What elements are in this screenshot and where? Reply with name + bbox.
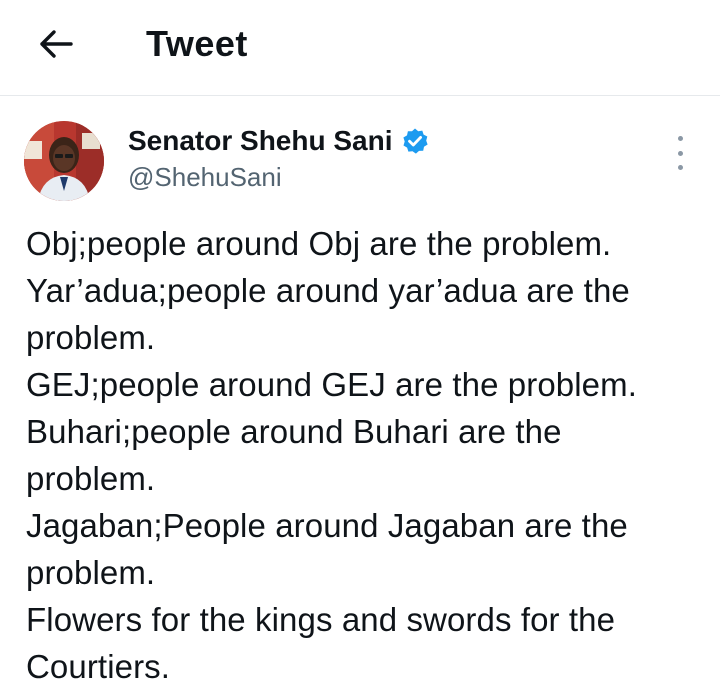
more-vertical-icon-dot: [677, 150, 683, 156]
tweet-line: Buhari;people around Buhari are the: [26, 413, 562, 450]
back-button[interactable]: [30, 22, 82, 66]
top-bar: Tweet: [0, 0, 720, 96]
tweet-line: problem.: [26, 319, 156, 356]
author-handle[interactable]: @ShehuSani: [128, 160, 282, 194]
author-name[interactable]: Senator Shehu Sani: [128, 122, 393, 160]
tweet-line: Flowers for the kings and swords for the: [26, 601, 616, 638]
tweet-line: Courtiers.: [26, 648, 171, 685]
author-name-row[interactable]: Senator Shehu Sani: [128, 122, 429, 160]
tweet-line: Yar’adua;people around yar’adua are the: [26, 272, 630, 309]
more-options-button[interactable]: [664, 136, 696, 170]
verified-badge-icon: [401, 127, 429, 155]
tweet-line: problem.: [26, 460, 156, 497]
more-vertical-icon: [677, 136, 683, 141]
tweet-line: GEJ;people around GEJ are the problem.: [26, 366, 637, 403]
more-vertical-icon-dot: [677, 165, 683, 170]
tweet-line: problem.: [26, 554, 156, 591]
tweet-text: Obj;people around Obj are the problem. Y…: [26, 220, 706, 690]
avatar-image: [24, 121, 104, 201]
page-title: Tweet: [146, 23, 248, 64]
avatar[interactable]: [24, 121, 104, 201]
tweet-line: Obj;people around Obj are the problem.: [26, 225, 612, 262]
tweet-line: Jagaban;People around Jagaban are the: [26, 507, 628, 544]
arrow-left-icon: [40, 30, 73, 58]
